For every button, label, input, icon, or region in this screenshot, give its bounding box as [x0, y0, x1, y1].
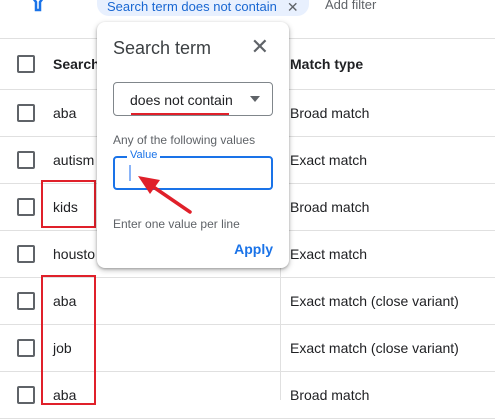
annotation-arrow-icon — [138, 176, 192, 214]
